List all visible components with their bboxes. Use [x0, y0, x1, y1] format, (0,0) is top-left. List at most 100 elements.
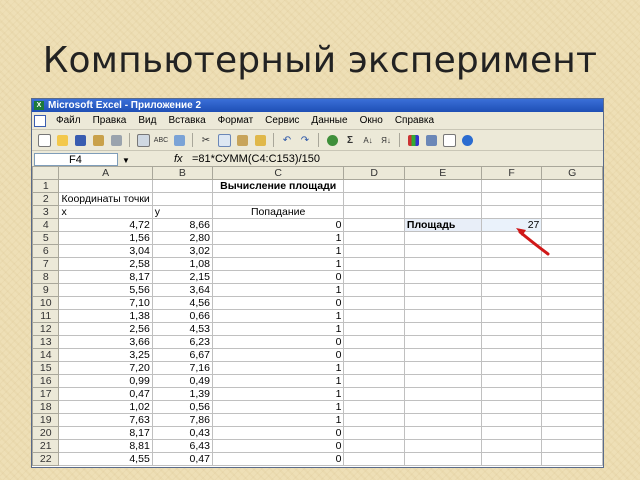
cell-c6[interactable]: 1 — [211, 244, 345, 258]
cell-b20[interactable]: 0,43 — [151, 426, 213, 440]
research-icon[interactable] — [171, 133, 187, 148]
cell-d16[interactable] — [343, 374, 405, 388]
cell-f7[interactable] — [480, 257, 543, 271]
cell-a1[interactable] — [58, 179, 153, 193]
print-icon[interactable] — [108, 133, 124, 148]
cell-d18[interactable] — [343, 400, 405, 414]
cell-d14[interactable] — [343, 348, 405, 362]
column-header-c[interactable]: C — [211, 166, 345, 180]
cell-e18[interactable] — [403, 400, 482, 414]
cell-f9[interactable] — [480, 283, 543, 297]
cell-e8[interactable] — [403, 270, 482, 284]
cell-g1[interactable] — [541, 179, 603, 193]
cell-d20[interactable] — [343, 426, 405, 440]
autosum-icon[interactable]: Σ — [342, 133, 358, 148]
cell-b1[interactable] — [151, 179, 213, 193]
cell-e20[interactable] — [403, 426, 482, 440]
cell-e9[interactable] — [403, 283, 482, 297]
menu-view[interactable]: Вид — [132, 115, 162, 126]
cell-d13[interactable] — [343, 335, 405, 349]
cell-c16[interactable]: 1 — [211, 374, 345, 388]
cell-c2[interactable] — [211, 192, 345, 206]
cell-b12[interactable]: 4,53 — [151, 322, 213, 336]
undo-icon[interactable]: ↶ — [279, 133, 295, 148]
cell-d9[interactable] — [343, 283, 405, 297]
cell-b19[interactable]: 7,86 — [151, 413, 213, 427]
cell-b9[interactable]: 3,64 — [151, 283, 213, 297]
cell-d3[interactable] — [343, 205, 405, 219]
cell-d21[interactable] — [343, 439, 405, 453]
cell-g19[interactable] — [541, 413, 603, 427]
cell-f13[interactable] — [480, 335, 543, 349]
cell-b16[interactable]: 0,49 — [151, 374, 213, 388]
cell-d10[interactable] — [343, 296, 405, 310]
cell-b6[interactable]: 3,02 — [151, 244, 213, 258]
cell-a19[interactable]: 7,63 — [58, 413, 153, 427]
help-icon[interactable] — [459, 133, 475, 148]
cell-f2[interactable] — [480, 192, 543, 206]
cell-a5[interactable]: 1,56 — [58, 231, 153, 245]
cell-b5[interactable]: 2,80 — [151, 231, 213, 245]
save-icon[interactable] — [72, 133, 88, 148]
cell-f10[interactable] — [480, 296, 543, 310]
cell-b13[interactable]: 6,23 — [151, 335, 213, 349]
cell-g15[interactable] — [541, 361, 603, 375]
sort-desc-icon[interactable]: Я↓ — [378, 133, 394, 148]
cell-e7[interactable] — [403, 257, 482, 271]
cell-e11[interactable] — [403, 309, 482, 323]
row-header[interactable]: 6 — [32, 244, 60, 258]
cell-f18[interactable] — [480, 400, 543, 414]
cell-c15[interactable]: 1 — [211, 361, 345, 375]
cell-b18[interactable]: 0,56 — [151, 400, 213, 414]
menu-data[interactable]: Данные — [305, 115, 353, 126]
cell-c13[interactable]: 0 — [211, 335, 345, 349]
column-header-b[interactable]: B — [151, 166, 213, 180]
redo-icon[interactable]: ↷ — [297, 133, 313, 148]
cell-f12[interactable] — [480, 322, 543, 336]
column-header-e[interactable]: E — [403, 166, 482, 180]
cell-e21[interactable] — [403, 439, 482, 453]
cell-e5[interactable] — [403, 231, 482, 245]
cell-e2[interactable] — [403, 192, 482, 206]
cell-f11[interactable] — [480, 309, 543, 323]
row-header[interactable]: 17 — [32, 387, 60, 401]
cell-c22[interactable]: 0 — [211, 452, 345, 466]
workbook-menu-icon[interactable] — [34, 114, 46, 127]
cell-f19[interactable] — [480, 413, 543, 427]
cell-a13[interactable]: 3,66 — [58, 335, 153, 349]
cell-c11[interactable]: 1 — [211, 309, 345, 323]
menu-file[interactable]: Файл — [50, 115, 87, 126]
row-header[interactable]: 9 — [32, 283, 60, 297]
cell-f14[interactable] — [480, 348, 543, 362]
cell-c12[interactable]: 1 — [211, 322, 345, 336]
permissions-icon[interactable] — [90, 133, 106, 148]
print-preview-icon[interactable] — [135, 133, 151, 148]
row-header[interactable]: 18 — [32, 400, 60, 414]
cell-f3[interactable] — [480, 205, 543, 219]
cell-b3[interactable]: y — [151, 205, 213, 219]
row-header[interactable]: 3 — [32, 205, 60, 219]
cell-e1[interactable] — [403, 179, 482, 193]
cell-g7[interactable] — [541, 257, 603, 271]
cell-d22[interactable] — [343, 452, 405, 466]
cell-g2[interactable] — [541, 192, 603, 206]
cell-c8[interactable]: 0 — [211, 270, 345, 284]
cell-c3[interactable]: Попадание — [211, 205, 345, 219]
zoom-icon[interactable] — [441, 133, 457, 148]
cell-c21[interactable]: 0 — [211, 439, 345, 453]
cell-d4[interactable] — [343, 218, 405, 232]
cell-c19[interactable]: 1 — [211, 413, 345, 427]
paste-icon[interactable] — [234, 133, 250, 148]
row-header[interactable]: 11 — [32, 309, 60, 323]
cell-a2[interactable]: Координаты точки — [58, 192, 153, 206]
cell-c14[interactable]: 0 — [211, 348, 345, 362]
cell-d11[interactable] — [343, 309, 405, 323]
cell-b8[interactable]: 2,15 — [151, 270, 213, 284]
cell-c17[interactable]: 1 — [211, 387, 345, 401]
cell-c10[interactable]: 0 — [211, 296, 345, 310]
row-header[interactable]: 15 — [32, 361, 60, 375]
cell-g21[interactable] — [541, 439, 603, 453]
cell-b10[interactable]: 4,56 — [151, 296, 213, 310]
cell-c4[interactable]: 0 — [211, 218, 345, 232]
menu-window[interactable]: Окно — [354, 115, 389, 126]
